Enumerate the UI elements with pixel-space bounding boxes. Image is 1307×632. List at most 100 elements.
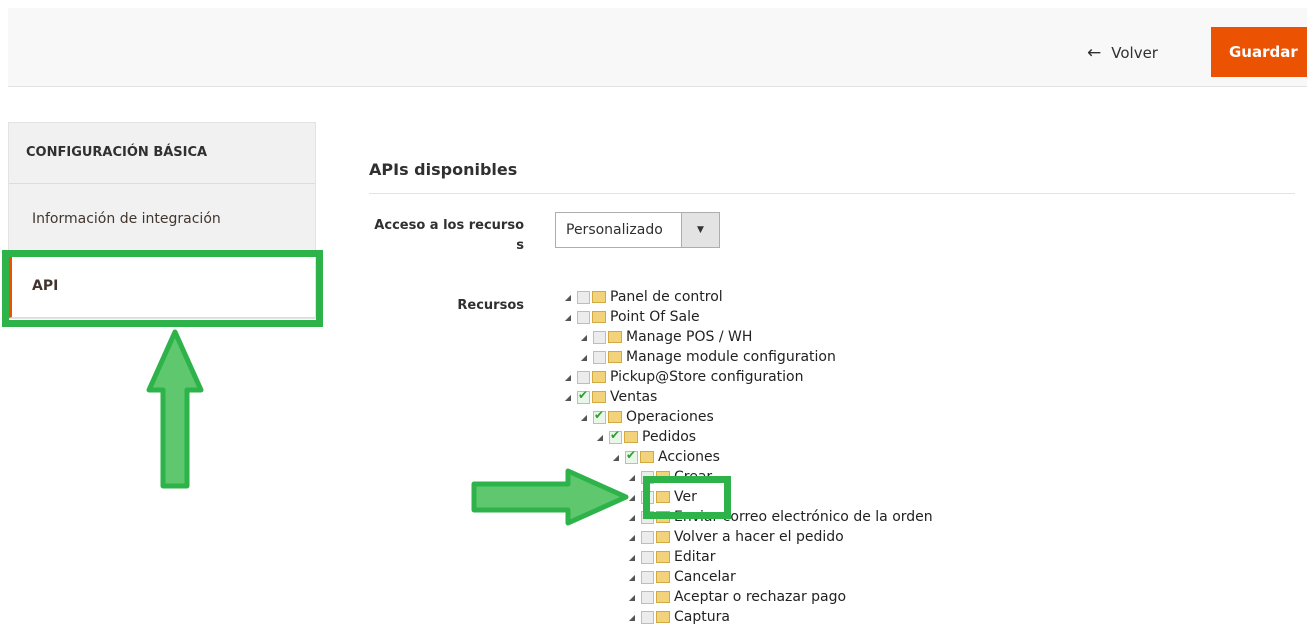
tree-node-label: Captura xyxy=(674,609,730,625)
tree-node-label: Enviar correo electrónico de la orden xyxy=(674,509,933,525)
resource-access-value: Personalizado xyxy=(566,222,663,238)
tree-node[interactable]: ◢ Ventas xyxy=(563,387,657,407)
tree-node-checkbox[interactable] xyxy=(609,428,622,444)
expand-toggle-icon[interactable]: ◢ xyxy=(627,593,637,602)
tree-node[interactable]: ◢ Acciones xyxy=(611,447,720,467)
arrow-left-icon: ← xyxy=(1087,43,1102,63)
access-label: Acceso a los recurso s xyxy=(360,216,524,256)
sidebar-item-integration-info[interactable]: Información de integración xyxy=(9,184,315,255)
tree-node[interactable]: ◢ Volver a hacer el pedido xyxy=(627,527,844,547)
page-actions-bar: ← Volver Guardar xyxy=(8,8,1307,87)
expand-toggle-icon[interactable]: ◢ xyxy=(627,613,637,622)
tree-node-label: Editar xyxy=(674,549,716,565)
expand-toggle-icon[interactable]: ◢ xyxy=(563,293,573,302)
back-button[interactable]: ← Volver xyxy=(1087,35,1158,71)
tree-node[interactable]: ◢ Operaciones xyxy=(579,407,714,427)
folder-icon xyxy=(656,611,670,623)
tree-node-checkbox[interactable] xyxy=(641,530,654,544)
annotation-right-arrow-icon xyxy=(471,468,629,526)
access-label-line1: Acceso a los recurso xyxy=(374,218,524,233)
folder-icon xyxy=(656,591,670,603)
tree-node-label: Operaciones xyxy=(626,409,714,425)
expand-toggle-icon[interactable]: ◢ xyxy=(627,553,637,562)
tree-node-checkbox[interactable] xyxy=(641,488,654,504)
tree-node-label: Aceptar o rechazar pago xyxy=(674,589,847,605)
tree-node[interactable]: ◢ Manage module configuration xyxy=(579,347,836,367)
expand-toggle-icon[interactable]: ◢ xyxy=(563,373,573,382)
sidebar-item-api[interactable]: API xyxy=(9,255,315,318)
folder-icon xyxy=(592,311,606,323)
expand-toggle-icon[interactable]: ◢ xyxy=(579,413,589,422)
back-button-label: Volver xyxy=(1111,44,1158,62)
folder-icon xyxy=(656,531,670,543)
folder-icon xyxy=(656,551,670,563)
section-divider xyxy=(369,193,1295,194)
folder-icon xyxy=(608,331,622,343)
expand-toggle-icon[interactable]: ◢ xyxy=(579,333,589,342)
folder-icon xyxy=(656,471,670,483)
tree-node-checkbox[interactable] xyxy=(577,370,590,384)
save-button[interactable]: Guardar xyxy=(1211,27,1307,77)
folder-icon xyxy=(656,511,670,523)
tree-node-checkbox[interactable] xyxy=(593,330,606,344)
tree-node[interactable]: ◢ Panel de control xyxy=(563,287,723,307)
tree-node-checkbox[interactable] xyxy=(641,590,654,604)
folder-icon xyxy=(656,571,670,583)
tree-node-checkbox[interactable] xyxy=(577,388,590,404)
tree-node-checkbox[interactable] xyxy=(625,448,638,464)
tree-node[interactable]: ◢ Enviar correo electrónico de la orden xyxy=(627,507,933,527)
resource-access-select[interactable]: Personalizado ▼ xyxy=(555,212,720,248)
expand-toggle-icon[interactable]: ◢ xyxy=(563,393,573,402)
tree-node[interactable]: ◢ Point Of Sale xyxy=(563,307,700,327)
tree-node-label: Panel de control xyxy=(610,289,723,305)
tree-node[interactable]: ◢ Captura xyxy=(627,607,730,627)
tree-node-checkbox[interactable] xyxy=(577,310,590,324)
tree-node-label: Crear xyxy=(674,469,713,485)
tree-node-checkbox[interactable] xyxy=(641,610,654,624)
tree-node-label: Pedidos xyxy=(642,429,697,445)
sidebar: CONFIGURACIÓN BÁSICA Información de inte… xyxy=(8,122,316,319)
expand-toggle-icon[interactable]: ◢ xyxy=(611,453,621,462)
tree-node[interactable]: ◢ Pickup@Store configuration xyxy=(563,367,804,387)
tree-node-label: Ver xyxy=(674,489,697,505)
tree-node-label: Ventas xyxy=(610,389,658,405)
folder-icon xyxy=(608,351,622,363)
tree-node[interactable]: ◢Ver xyxy=(627,487,697,507)
folder-icon xyxy=(592,291,606,303)
tree-node-label: Point Of Sale xyxy=(610,309,700,325)
expand-toggle-icon[interactable]: ◢ xyxy=(563,313,573,322)
sidebar-section-title: CONFIGURACIÓN BÁSICA xyxy=(9,123,315,184)
folder-icon xyxy=(592,371,606,383)
folder-icon xyxy=(656,491,670,503)
tree-node[interactable]: ◢ Aceptar o rechazar pago xyxy=(627,587,846,607)
tree-node-label: Manage module configuration xyxy=(626,349,836,365)
tree-node-checkbox[interactable] xyxy=(641,550,654,564)
tree-node-checkbox[interactable] xyxy=(641,510,654,524)
folder-icon xyxy=(608,411,622,423)
access-label-line2: s xyxy=(516,238,524,253)
expand-toggle-icon[interactable]: ◢ xyxy=(627,533,637,542)
expand-toggle-icon[interactable]: ◢ xyxy=(595,433,605,442)
tree-node-label: Pickup@Store configuration xyxy=(610,369,804,385)
tree-node-checkbox[interactable] xyxy=(641,570,654,584)
section-title: APIs disponibles xyxy=(369,160,518,179)
folder-icon xyxy=(624,431,638,443)
resources-label: Recursos xyxy=(457,298,524,313)
folder-icon xyxy=(640,451,654,463)
annotation-up-arrow-icon xyxy=(146,329,204,489)
tree-node-label: Volver a hacer el pedido xyxy=(674,529,844,545)
tree-node-checkbox[interactable] xyxy=(641,470,654,484)
folder-icon xyxy=(592,391,606,403)
expand-toggle-icon[interactable]: ◢ xyxy=(627,573,637,582)
tree-node[interactable]: ◢ Manage POS / WH xyxy=(579,327,752,347)
expand-toggle-icon[interactable]: ◢ xyxy=(579,353,589,362)
tree-node-checkbox[interactable] xyxy=(577,290,590,304)
tree-node[interactable]: ◢ Cancelar xyxy=(627,567,736,587)
tree-node-label: Manage POS / WH xyxy=(626,329,753,345)
chevron-down-icon: ▼ xyxy=(681,213,719,247)
tree-node-checkbox[interactable] xyxy=(593,408,606,424)
tree-node[interactable]: ◢ Crear xyxy=(627,467,712,487)
tree-node[interactable]: ◢ Pedidos xyxy=(595,427,696,447)
tree-node[interactable]: ◢ Editar xyxy=(627,547,716,567)
tree-node-checkbox[interactable] xyxy=(593,350,606,364)
